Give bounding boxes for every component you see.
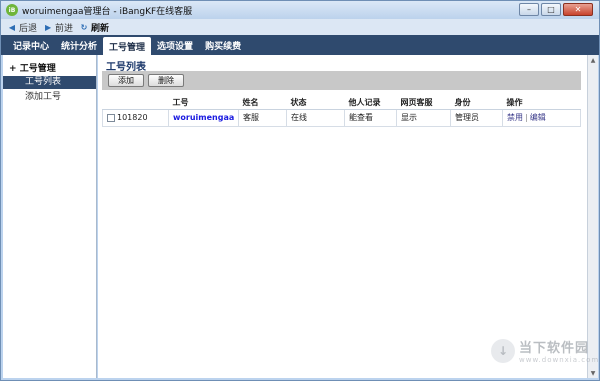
menu-purchase[interactable]: 购买续费	[199, 35, 247, 55]
close-icon[interactable]: ✕	[563, 3, 593, 16]
window-title: woruimengaa管理台 - iBangKF在线客服	[22, 6, 193, 17]
menu-staff-management[interactable]: 工号管理	[103, 37, 152, 55]
nav-toolbar: ◀ 后退 ▶ 前进 ↻ 刷新	[1, 19, 599, 35]
cell-role: 管理员	[450, 108, 503, 127]
column-header-web-service: 网页客服	[396, 96, 451, 110]
column-header-operations: 操作	[502, 96, 581, 110]
back-label: 后退	[19, 23, 38, 34]
vertical-scrollbar[interactable]: ▲ ▼	[587, 55, 598, 378]
op-separator: |	[525, 113, 528, 122]
staff-id: 101820	[117, 113, 148, 122]
column-header-others-records: 他人记录	[344, 96, 397, 110]
action-toolbar: 添加 删除	[102, 71, 581, 90]
menu-settings[interactable]: 选项设置	[151, 35, 199, 55]
scroll-down-icon[interactable]: ▼	[588, 368, 598, 378]
minimize-icon[interactable]: –	[519, 3, 539, 16]
edit-link[interactable]: 编辑	[530, 113, 546, 122]
disable-link[interactable]: 禁用	[507, 113, 523, 122]
column-header-name: 姓名	[238, 96, 287, 110]
add-button[interactable]: 添加	[108, 74, 144, 87]
cell-operations: 禁用 | 编辑	[502, 108, 581, 127]
title-bar: iB woruimengaa管理台 - iBangKF在线客服 – □ ✕	[1, 1, 599, 19]
menu-statistics[interactable]: 统计分析	[55, 35, 103, 55]
forward-arrow-icon: ▶	[44, 22, 52, 32]
forward-button[interactable]: ▶ 前进	[43, 21, 73, 34]
sidebar-section-label: 工号管理	[19, 64, 56, 74]
scroll-up-icon[interactable]: ▲	[588, 55, 598, 65]
watermark: ↓ 当下软件园 www.downxia.com	[491, 337, 599, 364]
username-link[interactable]: woruimengaa	[173, 113, 234, 122]
cell-others-records: 能查看	[344, 108, 397, 127]
delete-button[interactable]: 删除	[148, 74, 184, 87]
back-arrow-icon: ◀	[8, 22, 16, 32]
window-controls: – □ ✕	[519, 3, 593, 16]
watermark-subtitle: www.downxia.com	[519, 356, 600, 364]
sidebar-section[interactable]: + 工号管理	[3, 55, 96, 74]
cell-username: woruimengaa	[168, 108, 239, 127]
refresh-button[interactable]: ↻ 刷新	[79, 21, 109, 34]
watermark-logo-icon: ↓	[491, 338, 515, 363]
row-checkbox[interactable]	[107, 113, 115, 122]
refresh-icon: ↻	[80, 22, 88, 32]
watermark-title: 当下软件园	[519, 341, 590, 356]
app-logo-icon: iB	[6, 4, 18, 16]
main-menu: 记录中心 统计分析 工号管理 选项设置 购买续费	[1, 35, 599, 55]
cell-status: 在线	[286, 108, 345, 127]
column-header-status: 状态	[286, 96, 345, 110]
table-row: 101820 woruimengaa 客服 在线 能查看 显示 管理员 禁用 | 编…	[102, 108, 581, 127]
staff-table: 工号 姓名 状态 他人记录 网页客服 身份 操作 101820 woruimen…	[102, 96, 581, 127]
sidebar-item-staff-list[interactable]: 工号列表	[3, 76, 96, 89]
refresh-label: 刷新	[91, 23, 110, 34]
column-header-role: 身份	[450, 96, 503, 110]
back-button[interactable]: ◀ 后退	[7, 21, 37, 34]
cell-name: 客服	[238, 108, 287, 127]
sidebar-item-add-staff[interactable]: 添加工号	[3, 91, 96, 104]
column-header-username: 工号	[168, 96, 239, 110]
main-content: 工号列表 添加 删除 工号 姓名 状态 他人记录 网页客服 身份 操作 1018…	[98, 55, 587, 378]
sidebar: + 工号管理 工号列表 添加工号	[3, 55, 97, 378]
cell-web-service: 显示	[396, 108, 451, 127]
column-header-select	[102, 96, 169, 110]
table-header-row: 工号 姓名 状态 他人记录 网页客服 身份 操作	[102, 96, 581, 110]
watermark-text: 当下软件园 www.downxia.com	[519, 337, 599, 364]
maximize-icon[interactable]: □	[541, 3, 561, 16]
expand-plus-icon: +	[9, 64, 17, 74]
app-window: iB woruimengaa管理台 - iBangKF在线客服 – □ ✕ ◀ …	[0, 0, 600, 381]
cell-id: 101820	[102, 108, 169, 127]
forward-label: 前进	[55, 23, 74, 34]
menu-records[interactable]: 记录中心	[7, 35, 55, 55]
